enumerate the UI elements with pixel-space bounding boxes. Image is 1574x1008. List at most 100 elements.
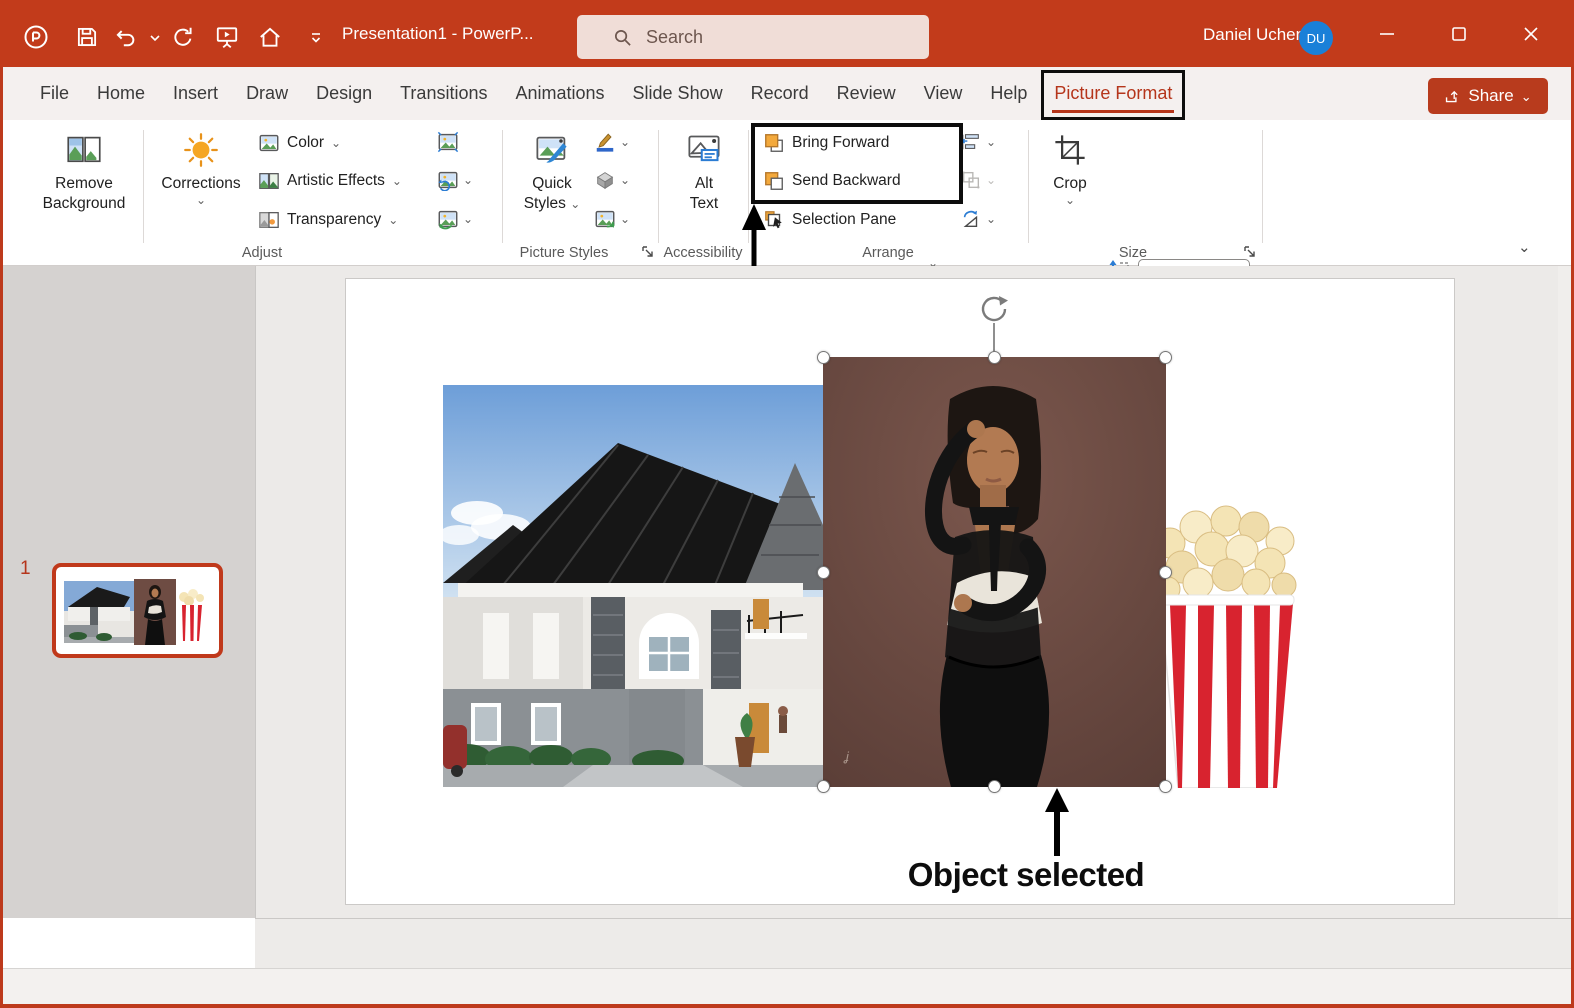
chevron-down-icon: ⌄ [331,137,341,149]
tab-file[interactable]: File [26,67,83,120]
selection-handle-top-center[interactable] [988,351,1001,364]
tab-design[interactable]: Design [302,67,386,120]
powerpoint-logo-icon[interactable] [23,24,49,50]
reset-picture-button[interactable]: ⌄ [437,204,483,234]
artistic-effects-button[interactable]: Artistic Effects ⌄ [258,165,402,197]
chevron-down-icon: ⌄ [1065,194,1075,206]
avatar[interactable]: DU [1299,21,1333,55]
picture-effects-icon [594,169,616,191]
chevron-down-icon: ⌄ [570,197,580,211]
thumbnail-popcorn-image [178,589,204,641]
share-button[interactable]: Share ⌄ [1428,78,1548,114]
rotate-handle-icon[interactable] [979,294,1009,324]
tab-home[interactable]: Home [83,67,159,120]
bring-forward-icon [763,132,785,154]
selection-pane-button[interactable]: Selection Pane [763,204,896,236]
collapse-ribbon-chevron-icon[interactable]: ⌄ [1518,238,1531,256]
tab-review[interactable]: Review [823,67,910,120]
notes-pane[interactable]: Click to add notes [255,918,1574,968]
crop-label: Crop [1053,174,1087,194]
tab-record[interactable]: Record [737,67,823,120]
compress-pictures-icon [437,131,459,153]
document-title: Presentation1 - PowerP... [342,24,534,44]
picture-border-button[interactable]: ⌄ [594,127,640,157]
send-backward-icon [763,170,785,192]
ribbon-tab-row: File Home Insert Draw Design Transitions… [0,67,1574,120]
send-backward-button[interactable]: Send Backward [763,165,901,197]
avatar-initials: DU [1307,31,1326,46]
corrections-button[interactable]: Corrections ⌄ [155,124,247,206]
portrait-image[interactable]: ʝ [823,357,1166,787]
slide-1-thumbnail[interactable] [52,563,223,658]
alt-text-button[interactable]: Alt Text [668,124,740,214]
undo-dropdown-chevron-icon[interactable] [142,24,154,50]
start-slideshow-icon[interactable] [214,24,240,50]
tab-insert[interactable]: Insert [159,67,232,120]
annotation-arrow-object-selected [1039,786,1075,856]
slide-thumbnail-panel: 1 [0,266,255,918]
house-image[interactable] [443,385,823,787]
selection-handle-top-right[interactable] [1159,351,1172,364]
size-dialog-launcher[interactable] [1242,244,1258,260]
arrange-group-label: Arrange [838,245,938,261]
vertical-scrollbar[interactable] [1558,266,1574,918]
color-icon [258,132,280,154]
picture-effects-button[interactable]: ⌄ [594,165,640,195]
picture-styles-group-label: Picture Styles [514,245,614,261]
tab-animations[interactable]: Animations [501,67,618,120]
picture-layout-button[interactable]: ⌄ [594,204,640,234]
remove-background-button[interactable]: Remove Background [36,124,132,214]
send-backward-label: Send Backward [792,172,901,190]
change-picture-button[interactable]: ⌄ [437,165,483,195]
tab-picture-format[interactable]: Picture Format [1054,83,1172,106]
chevron-down-icon: ⌄ [463,174,473,186]
bring-forward-button[interactable]: Bring Forward [763,127,889,159]
popcorn-image[interactable] [1148,505,1305,788]
search-icon [613,28,632,47]
artistic-effects-label: Artistic Effects [287,172,385,190]
home-icon[interactable] [257,24,283,50]
selection-handle-top-left[interactable] [817,351,830,364]
save-icon[interactable] [74,24,100,50]
tab-draw[interactable]: Draw [232,67,302,120]
tab-view[interactable]: View [910,67,977,120]
slide-number: 1 [20,558,31,580]
reset-picture-icon [437,208,459,230]
color-button[interactable]: Color ⌄ [258,127,341,159]
chevron-down-icon: ⌄ [620,213,630,225]
minimize-button[interactable] [1364,0,1410,67]
align-objects-button[interactable]: ⌄ [960,127,1006,157]
chevron-down-icon: ⌄ [986,174,996,186]
compress-pictures-button[interactable] [437,127,483,157]
object-selected-label: Object selected [880,856,1172,894]
maximize-button[interactable] [1436,0,1482,67]
quick-styles-label-text: Styles [524,195,566,212]
chevron-down-icon: ⌄ [986,213,996,225]
tab-help[interactable]: Help [976,67,1041,120]
selection-handle-middle-right[interactable] [1159,566,1172,579]
chevron-down-icon: ⌄ [463,213,473,225]
align-icon [960,131,982,153]
crop-button[interactable]: Crop ⌄ [1044,124,1096,206]
redo-icon[interactable] [170,24,196,50]
selection-handle-middle-left[interactable] [817,566,830,579]
alt-text-label-line1: Alt [695,174,713,194]
bring-forward-label: Bring Forward [792,134,889,152]
change-picture-icon [437,169,459,191]
selection-handle-bottom-left[interactable] [817,780,830,793]
selection-pane-label: Selection Pane [792,211,896,229]
tab-slide-show[interactable]: Slide Show [619,67,737,120]
selection-handle-bottom-center[interactable] [988,780,1001,793]
transparency-button[interactable]: Transparency ⌄ [258,204,398,236]
rotate-objects-button[interactable]: ⌄ [960,204,1006,234]
powerpoint-window: Presentation1 - PowerP... Search Daniel … [0,0,1574,1008]
tab-transitions[interactable]: Transitions [386,67,501,120]
undo-icon[interactable] [113,24,139,50]
quick-styles-button[interactable]: Quick Styles ⌄ [518,124,586,214]
selection-handle-bottom-right[interactable] [1159,780,1172,793]
quick-styles-label-line2: Styles ⌄ [524,194,581,214]
share-label: Share [1468,86,1513,106]
search-box[interactable]: Search [577,15,929,59]
close-button[interactable] [1508,0,1554,67]
customize-quick-access-icon[interactable] [303,24,317,50]
